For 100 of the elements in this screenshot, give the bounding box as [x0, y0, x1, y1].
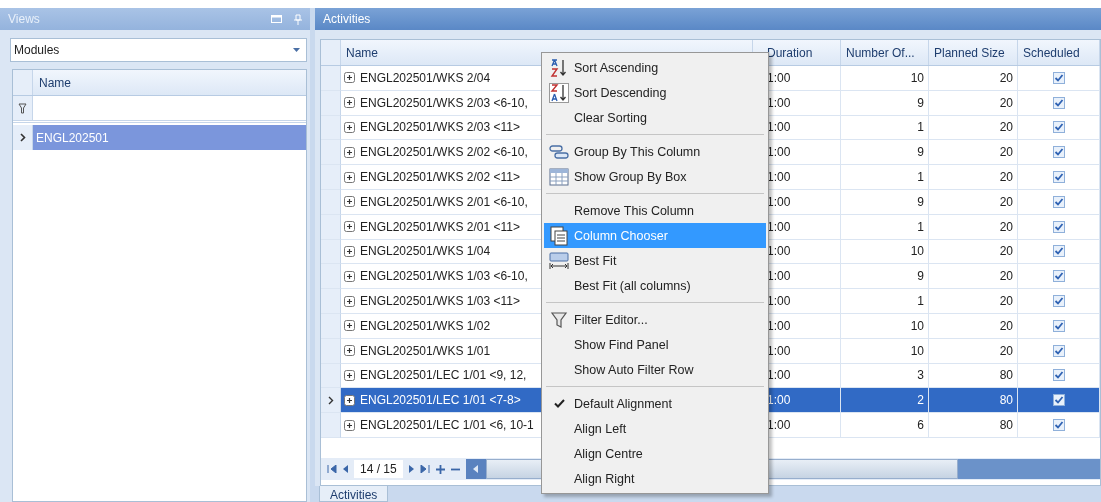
activity-name: ENGL202501/WKS 2/01 <6-10,: [360, 194, 528, 209]
table-cell: 6: [841, 413, 929, 438]
table-cell: 1: [841, 115, 929, 141]
last-page-icon[interactable]: [419, 465, 430, 473]
table-cell: 80: [929, 413, 1018, 438]
checkbox[interactable]: [1052, 96, 1065, 109]
table-cell: 2: [841, 388, 929, 414]
checkbox[interactable]: [1052, 270, 1065, 283]
table-cell: 10: [841, 313, 929, 339]
table-cell: 9: [841, 90, 929, 116]
row-indicator: [321, 40, 341, 65]
chevron-icon: [327, 395, 334, 405]
checkbox[interactable]: [1052, 394, 1065, 407]
table-cell: 1: [841, 165, 929, 190]
panel-title: Views: [8, 12, 40, 26]
activity-name: ENGL202501/WKS 2/03 <11>: [360, 120, 520, 135]
table-cell: 9: [841, 140, 929, 166]
table-cell: 10: [841, 239, 929, 265]
group-icon: [549, 143, 569, 160]
expand-icon[interactable]: [344, 122, 355, 133]
expand-icon[interactable]: [344, 171, 355, 183]
checkbox[interactable]: [1052, 319, 1065, 332]
checkbox[interactable]: [1052, 419, 1065, 432]
activity-name: ENGL202501/WKS 1/03 <11>: [360, 294, 520, 309]
table-cell: 80: [929, 388, 1018, 414]
expand-icon[interactable]: [344, 369, 355, 381]
table-cell: 20: [929, 313, 1018, 339]
menu-item[interactable]: Align Right: [544, 466, 766, 491]
column-header[interactable]: Number Of...: [841, 40, 929, 65]
activity-name: ENGL202501/WKS 2/02 <11>: [360, 170, 520, 185]
expand-icon[interactable]: [344, 97, 355, 109]
expand-icon[interactable]: [344, 270, 355, 282]
activity-name: ENGL202501/WKS 2/03 <6-10,: [360, 95, 528, 110]
expand-icon[interactable]: [344, 419, 355, 431]
expand-icon[interactable]: [344, 221, 355, 233]
row-indicator[interactable]: [13, 125, 33, 150]
scroll-left-icon[interactable]: [473, 465, 479, 473]
activity-name: ENGL202501/WKS 2/02 <6-10,: [360, 145, 528, 160]
views-dropdown[interactable]: Modules: [10, 38, 307, 62]
table-cell: 20: [929, 115, 1018, 141]
activity-name: ENGL202501/WKS 1/01: [360, 343, 491, 358]
table-cell: 10: [841, 338, 929, 364]
table-cell: 20: [929, 338, 1018, 364]
table-cell: 9: [841, 264, 929, 290]
column-chooser-icon: [549, 225, 569, 246]
checkbox[interactable]: [1052, 344, 1065, 357]
checkbox[interactable]: [1052, 369, 1065, 382]
checkbox[interactable]: [1052, 295, 1065, 308]
column-header[interactable]: Scheduled: [1018, 40, 1100, 65]
next-icon[interactable]: [408, 465, 414, 473]
checkbox[interactable]: [1052, 71, 1065, 84]
filter-icon: [549, 309, 569, 330]
activity-name: ENGL202501/LEC 1/01 <6, 10-1: [360, 418, 534, 433]
expand-icon[interactable]: [344, 345, 355, 357]
table-cell: 20: [929, 214, 1018, 240]
activity-name: ENGL202501/WKS 1/04: [360, 244, 491, 259]
activity-name: ENGL202501/WKS 1/03 <6-10,: [360, 269, 528, 284]
panel-title: Activities: [323, 12, 371, 26]
expand-icon[interactable]: [344, 72, 355, 84]
table-cell: 20: [929, 140, 1018, 166]
checkbox[interactable]: [1052, 195, 1065, 208]
expand-icon[interactable]: [344, 146, 355, 158]
sort-descending-icon: [549, 82, 569, 103]
checkbox[interactable]: [1052, 245, 1065, 258]
table-cell: 9: [841, 190, 929, 215]
expand-icon[interactable]: [344, 196, 355, 208]
table-cell: 20: [929, 289, 1018, 314]
checkbox[interactable]: [1052, 146, 1065, 159]
table-cell: 10: [841, 66, 929, 91]
table-cell: 20: [929, 90, 1018, 116]
table-cell: 20: [929, 239, 1018, 265]
best-fit-icon: [549, 250, 569, 271]
add-icon[interactable]: [435, 464, 445, 474]
bottom-tab[interactable]: Activities: [319, 486, 389, 502]
sort-ascending-icon: [549, 57, 569, 78]
activity-name: ENGL202501/WKS 2/01 <11>: [360, 219, 520, 234]
expand-icon[interactable]: [344, 320, 355, 332]
table-cell: 20: [929, 190, 1018, 215]
page-indicator: 14 / 15: [354, 460, 403, 478]
activity-name: ENGL202501/WKS 2/04: [360, 70, 491, 85]
expand-icon[interactable]: [344, 245, 355, 257]
checkbox[interactable]: [1052, 171, 1065, 184]
expand-icon[interactable]: [344, 394, 355, 406]
column-header[interactable]: Planned Size: [929, 40, 1018, 65]
checkbox[interactable]: [1052, 121, 1065, 134]
checkbox[interactable]: [1052, 220, 1065, 233]
table-cell: 1: [841, 289, 929, 314]
expand-icon[interactable]: [344, 295, 355, 307]
table-icon: [549, 167, 569, 186]
activity-name: ENGL202501/WKS 1/02: [360, 318, 491, 333]
table-cell: 20: [929, 165, 1018, 190]
table-cell: 20: [929, 66, 1018, 91]
chevron-icon: [19, 133, 26, 142]
dropdown-arrow-icon: [293, 48, 300, 52]
table-cell: 1: [841, 214, 929, 240]
previous-icon[interactable]: [343, 465, 348, 473]
filter-icon: [18, 102, 27, 114]
table-cell: 20: [929, 264, 1018, 290]
menu-item[interactable]: Align Centre: [544, 441, 766, 466]
first-page-icon[interactable]: [327, 465, 337, 473]
